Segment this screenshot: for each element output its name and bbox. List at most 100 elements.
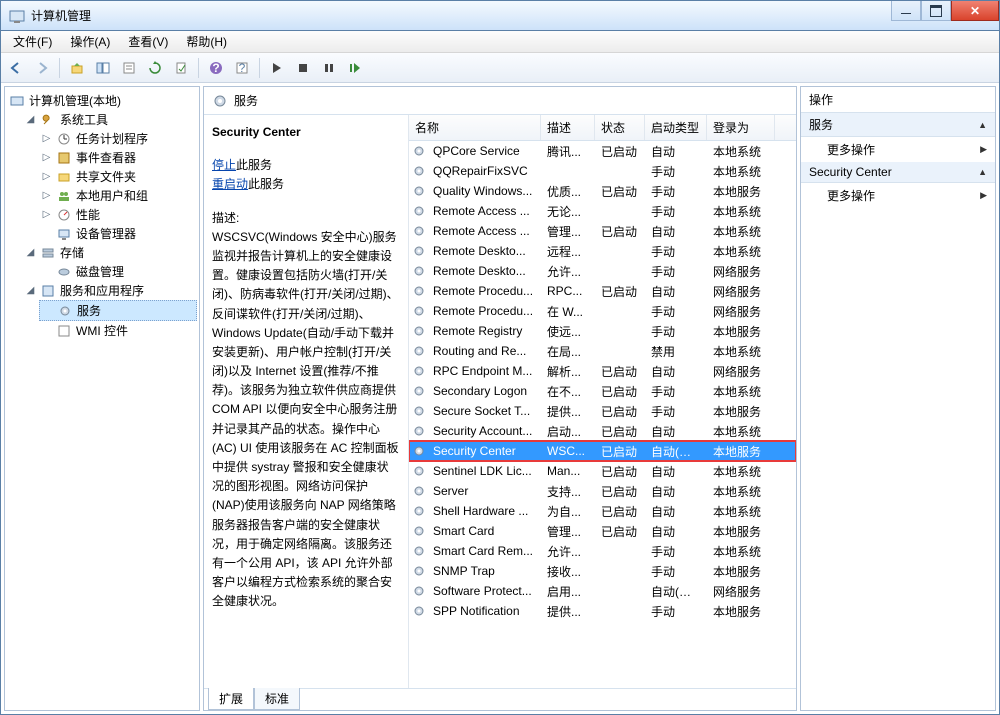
play-button[interactable] [266,57,288,79]
cell-logon: 本地系统 [707,343,775,360]
service-row[interactable]: Software Protect...启用...自动(延迟...网络服务 [409,581,796,601]
action-group-selected[interactable]: Security Center ▲ [801,162,995,183]
service-row[interactable]: Secondary Logon在不...已启动手动本地系统 [409,381,796,401]
cell-start: 手动 [645,603,707,620]
maximize-button[interactable] [921,1,951,21]
service-row[interactable]: Sentinel LDK Lic...Man...已启动自动本地系统 [409,461,796,481]
tree-device-manager[interactable]: 设备管理器 [39,224,197,243]
expander-icon[interactable]: ▷ [41,190,52,201]
expander-icon[interactable]: ◢ [25,247,36,258]
cell-name: Software Protect... [427,584,541,598]
col-logon[interactable]: 登录为 [707,115,775,140]
cell-status: 已启动 [595,483,645,500]
tree-event-viewer[interactable]: ▷事件查看器 [39,148,197,167]
service-row[interactable]: QPCore Service腾讯...已启动自动本地系统 [409,141,796,161]
expander-icon[interactable]: ▷ [41,209,52,220]
tree-system-tools[interactable]: ◢ 系统工具 [23,110,197,129]
tree-services-apps[interactable]: ◢服务和应用程序 [23,281,197,300]
cell-start: 手动 [645,263,707,280]
service-row[interactable]: SPP Notification提供...手动本地服务 [409,601,796,621]
menu-view[interactable]: 查看(V) [120,31,176,52]
cell-logon: 本地系统 [707,543,775,560]
help-button[interactable]: ? [205,57,227,79]
service-row[interactable]: Remote Access ...管理...已启动自动本地系统 [409,221,796,241]
tab-extended[interactable]: 扩展 [208,688,254,710]
refresh-button[interactable] [144,57,166,79]
service-row[interactable]: Remote Procedu...在 W...手动网络服务 [409,301,796,321]
expander-icon[interactable]: ▷ [41,171,52,182]
tree-wmi[interactable]: WMI 控件 [39,321,197,340]
cell-logon: 本地服务 [707,523,775,540]
menu-help[interactable]: 帮助(H) [178,31,235,52]
service-row[interactable]: Smart Card管理...已启动自动本地服务 [409,521,796,541]
main-pane: 服务 Security Center 停止此服务 重启动此服务 描述: WSCS… [203,86,797,711]
service-row[interactable]: Routing and Re...在局...禁用本地系统 [409,341,796,361]
tree-label: WMI 控件 [76,322,128,339]
service-row[interactable]: Quality Windows...优质...已启动手动本地服务 [409,181,796,201]
expander-icon[interactable]: ◢ [25,114,36,125]
cell-logon: 网络服务 [707,303,775,320]
clock-icon [56,131,72,147]
expander-icon[interactable]: ◢ [25,285,36,296]
close-button[interactable] [951,1,999,21]
cell-start: 手动 [645,243,707,260]
tree-local-users[interactable]: ▷ 本地用户和组 [39,186,197,205]
help2-button[interactable]: ? [231,57,253,79]
action-more-selected[interactable]: 更多操作 ▶ [801,183,995,208]
expander-icon[interactable]: ▷ [41,152,52,163]
tree-task-scheduler[interactable]: ▷任务计划程序 [39,129,197,148]
service-row[interactable]: Remote Deskto...允许...手动网络服务 [409,261,796,281]
titlebar[interactable]: 计算机管理 [1,1,999,31]
cell-name: Remote Procedu... [427,304,541,318]
service-row[interactable]: Remote Registry使远...手动本地服务 [409,321,796,341]
service-row[interactable]: Secure Socket T...提供...已启动手动本地服务 [409,401,796,421]
cell-desc: 在局... [541,343,595,360]
forward-button[interactable] [31,57,53,79]
cell-name: QPCore Service [427,144,541,158]
tree-shared-folders[interactable]: ▷共享文件夹 [39,167,197,186]
service-row[interactable]: Security CenterWSC...已启动自动(延迟...本地服务 [409,441,796,461]
menu-action[interactable]: 操作(A) [62,31,118,52]
col-status[interactable]: 状态 [595,115,645,140]
service-row[interactable]: QQRepairFixSVC手动本地系统 [409,161,796,181]
list-body[interactable]: QPCore Service腾讯...已启动自动本地系统QQRepairFixS… [409,141,796,688]
cell-logon: 本地服务 [707,323,775,340]
service-row[interactable]: Security Account...启动...已启动自动本地系统 [409,421,796,441]
col-start[interactable]: 启动类型 [645,115,707,140]
restart-button[interactable] [344,57,366,79]
tree-performance[interactable]: ▷性能 [39,205,197,224]
restart-link[interactable]: 重启动 [212,177,248,191]
cell-logon: 本地服务 [707,563,775,580]
service-row[interactable]: Smart Card Rem...允许...手动本地系统 [409,541,796,561]
col-desc[interactable]: 描述 [541,115,595,140]
tree-root[interactable]: 计算机管理(本地) [7,91,197,110]
service-row[interactable]: RPC Endpoint M...解析...已启动自动网络服务 [409,361,796,381]
service-row[interactable]: Shell Hardware ...为自...已启动自动本地系统 [409,501,796,521]
stop-button[interactable] [292,57,314,79]
pause-button[interactable] [318,57,340,79]
menu-file[interactable]: 文件(F) [5,31,60,52]
action-group-services[interactable]: 服务 ▲ [801,113,995,137]
tree-services[interactable]: 服务 [39,300,197,321]
stop-link[interactable]: 停止 [212,158,236,172]
up-button[interactable] [66,57,88,79]
tree-storage[interactable]: ◢存储 [23,243,197,262]
show-hide-button[interactable] [92,57,114,79]
expander-icon[interactable]: ▷ [41,133,52,144]
back-button[interactable] [5,57,27,79]
tree-disk-mgmt[interactable]: 磁盘管理 [39,262,197,281]
tab-standard[interactable]: 标准 [254,688,300,710]
service-row[interactable]: Remote Access ...无论...手动本地系统 [409,201,796,221]
properties-button[interactable] [118,57,140,79]
tree-pane[interactable]: 计算机管理(本地) ◢ 系统工具 ▷任务计划程序 ▷事件查看器 ▷共享文件夹 ▷… [4,86,200,711]
gear-icon [411,603,427,619]
service-row[interactable]: Server支持...已启动自动本地系统 [409,481,796,501]
tree-label: 本地用户和组 [76,187,148,204]
export-button[interactable] [170,57,192,79]
action-more-services[interactable]: 更多操作 ▶ [801,137,995,162]
service-row[interactable]: Remote Procedu...RPC...已启动自动网络服务 [409,281,796,301]
col-name[interactable]: 名称 [409,115,541,140]
service-row[interactable]: Remote Deskto...远程...手动本地系统 [409,241,796,261]
service-row[interactable]: SNMP Trap接收...手动本地服务 [409,561,796,581]
minimize-button[interactable] [891,1,921,21]
